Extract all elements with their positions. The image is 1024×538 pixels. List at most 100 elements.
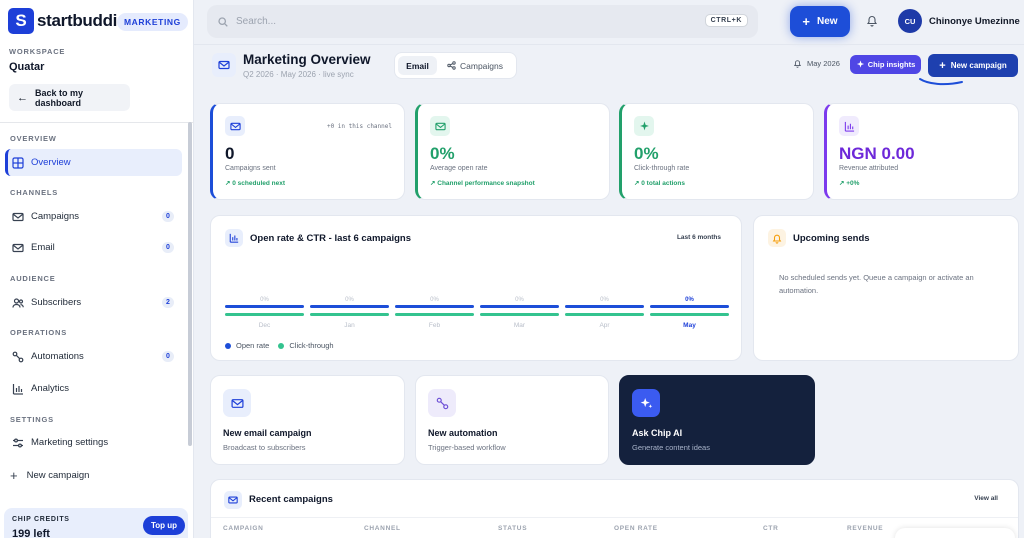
upcoming-title: Upcoming sends (793, 233, 870, 244)
stat-card-ctr[interactable]: 0% Click-through rate ↗ 0 total actions (619, 103, 814, 200)
count-badge: 0 (162, 242, 174, 253)
bar-open-rate-may[interactable] (650, 305, 729, 308)
chip-insights-button[interactable]: Chip insights (850, 55, 921, 74)
sidebar-item-label: Campaigns (31, 211, 80, 222)
mail-icon (430, 116, 450, 136)
view-all-link[interactable]: View all (974, 495, 998, 502)
column-header[interactable]: CAMPAIGN (223, 525, 264, 532)
sidebar-item-label: Marketing settings (31, 437, 109, 448)
tab-campaigns[interactable]: Campaigns (447, 56, 503, 75)
column-header[interactable]: REVENUE (847, 525, 883, 532)
bar-open-rate-apr[interactable] (565, 305, 644, 308)
workflow-icon (12, 351, 24, 362)
bar-open-rate-mar[interactable] (480, 305, 559, 308)
users-icon (12, 297, 24, 308)
bar-click-through-dec[interactable] (225, 313, 304, 316)
workspace-name[interactable]: Quatar (9, 61, 44, 73)
sidebar-item-marketing-settings[interactable]: Marketing settings (5, 429, 182, 454)
back-label: Back to my dashboard (35, 87, 84, 108)
sidebar-item-label: Subscribers (31, 297, 82, 308)
new-label: New (817, 16, 838, 27)
avatar[interactable]: CU (898, 9, 922, 33)
x-tick-jan: Jan (344, 322, 355, 329)
sidebar-item-label: Email (31, 242, 55, 253)
floating-widget[interactable] (895, 528, 1015, 538)
stat-label: Campaigns sent (225, 165, 276, 172)
sidebar-item-label: Automations (31, 351, 84, 362)
column-header[interactable]: CHANNEL (364, 525, 401, 532)
search-shortcut: CTRL+K (704, 14, 748, 27)
top-up-button[interactable]: Top up (143, 516, 186, 535)
sidebar-scrollbar[interactable] (188, 122, 192, 446)
new-automation-card[interactable]: New automation Trigger-based workflow (415, 375, 609, 465)
column-header[interactable]: STATUS (498, 525, 527, 532)
bar-click-through-jan[interactable] (310, 313, 389, 316)
back-to-dashboard-button[interactable]: ← Back to my dashboard (9, 84, 130, 111)
sidebar-new-campaign-button[interactable]: + New campaign (10, 468, 89, 483)
new-campaign-label: New campaign (950, 61, 1007, 70)
bar-open-rate-jan[interactable] (310, 305, 389, 308)
bar-click-through-feb[interactable] (395, 313, 474, 316)
date-label: May 2026 (807, 59, 840, 68)
chart-plot: 0% Dec 0% Jan 0% Feb 0% Mar 0% Apr 0% May (225, 297, 729, 329)
arrow-left-icon: ← (17, 91, 28, 104)
chart-legend: Open rate Click-through (225, 341, 334, 350)
stat-card-open-rate[interactable]: 0% Average open rate ↗ Channel performan… (415, 103, 610, 200)
stat-label: Click-through rate (634, 165, 690, 172)
bar-click-through-may[interactable] (650, 313, 729, 316)
bar-chart-icon (839, 116, 859, 136)
x-tick-may: May (683, 322, 696, 329)
section-audience: AUDIENCE (10, 274, 56, 283)
stat-note: +0 in this channel (326, 123, 392, 130)
sidebar-item-analytics[interactable]: Analytics (5, 375, 182, 402)
action-title: New email campaign (223, 428, 312, 438)
page-subtitle: Q2 2026 · May 2026 · live sync (243, 70, 354, 79)
stat-card-campaigns-sent[interactable]: +0 in this channel 0 Campaigns sent ↗ 0 … (210, 103, 405, 200)
sidebar-item-overview[interactable]: Overview (5, 149, 182, 176)
credits-label: CHIP CREDITS (12, 516, 70, 523)
date-chip[interactable]: May 2026 (793, 59, 840, 68)
ask-chip-ai-card[interactable]: Ask Chip AI Generate content ideas (619, 375, 815, 465)
stat-trend-text: 0 total actions (641, 180, 685, 187)
sidebar-item-label: Analytics (31, 383, 70, 394)
header-divider (194, 44, 1024, 45)
action-title: Ask Chip AI (632, 428, 683, 438)
bar-open-rate-dec[interactable] (225, 305, 304, 308)
stat-trend-text: Channel performance snapshot (437, 180, 535, 187)
sidebar-item-email[interactable]: Email 0 (5, 234, 182, 261)
section-channels: CHANNELS (10, 188, 59, 197)
brand-logo[interactable]: S startbuddi (8, 8, 117, 34)
stat-card-revenue[interactable]: NGN 0.00 Revenue attributed ↗ +0% (824, 103, 1019, 200)
sidebar-item-automations[interactable]: Automations 0 (5, 343, 182, 370)
stat-label: Revenue attributed (839, 165, 899, 172)
user-name[interactable]: Chinonye Umezinne (929, 16, 1020, 27)
sparkle-icon (634, 116, 654, 136)
column-header[interactable]: CTR (763, 525, 778, 532)
search-input[interactable]: Search... CTRL+K (207, 5, 758, 38)
new-email-campaign-card[interactable]: New email campaign Broadcast to subscrib… (210, 375, 405, 465)
bar-chart-icon (12, 383, 23, 395)
upcoming-sends-card: Upcoming sends No scheduled sends yet. Q… (753, 215, 1019, 361)
bar-click-through-apr[interactable] (565, 313, 644, 316)
module-badge: MARKETING (117, 13, 188, 31)
bar-click-through-mar[interactable] (480, 313, 559, 316)
bell-icon[interactable] (866, 14, 878, 27)
column-header[interactable]: OPEN RATE (614, 525, 658, 532)
new-button[interactable]: + New (790, 6, 850, 37)
search-icon (218, 16, 228, 27)
data-label-may: 0% (685, 297, 694, 303)
sidebar-item-subscribers[interactable]: Subscribers 2 (5, 289, 182, 316)
stat-value: NGN 0.00 (839, 144, 915, 163)
sidebar-nav[interactable]: OVERVIEW Overview CHANNELS Campaigns 0 E… (0, 122, 194, 454)
stat-trend-text: +0% (846, 180, 860, 187)
bar-open-rate-feb[interactable] (395, 305, 474, 308)
share-icon (447, 61, 456, 70)
x-tick-apr: Apr (599, 322, 610, 329)
legend-label-open-rate: Open rate (236, 341, 270, 350)
mail-icon (223, 389, 251, 417)
sidebar-item-campaigns[interactable]: Campaigns 0 (5, 203, 182, 230)
chip-credits-panel: CHIP CREDITS 199 left Top up (4, 508, 188, 538)
stat-trend: ↗ Channel performance snapshot (430, 180, 535, 187)
stat-trend: ↗ +0% (839, 180, 860, 187)
tab-email[interactable]: Email (398, 56, 437, 75)
